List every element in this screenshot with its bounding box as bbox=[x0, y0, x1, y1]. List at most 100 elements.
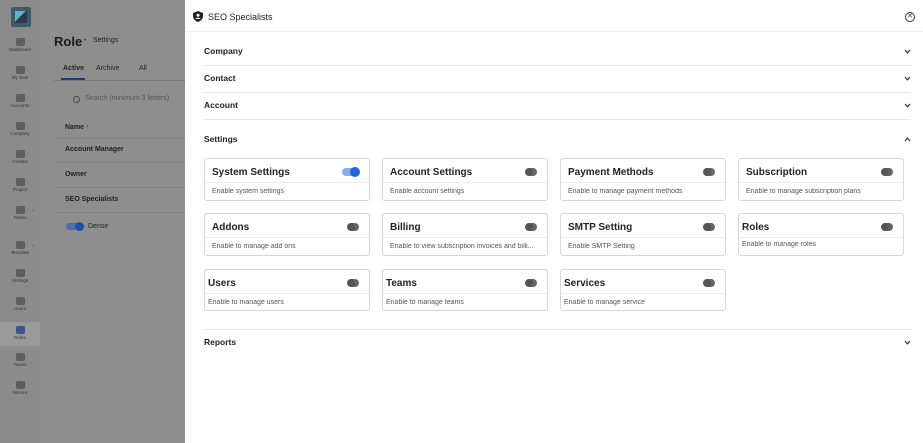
toggle-teams[interactable] bbox=[525, 279, 537, 287]
app-logo[interactable] bbox=[11, 7, 31, 27]
sidebar-item-dashboard[interactable]: Dashboard bbox=[0, 38, 40, 53]
toggle-subscription[interactable] bbox=[881, 168, 893, 176]
permission-card-addons: Addons Enable to manage add ons bbox=[204, 213, 370, 256]
permission-card-teams: Teams Enable to manage teams bbox=[382, 269, 548, 311]
toggle-services[interactable] bbox=[703, 279, 715, 287]
permission-card-roles: Roles Enable to manage roles bbox=[738, 213, 904, 256]
sidebar-item-company[interactable]: Company bbox=[0, 122, 40, 137]
sidebar-item-my-task[interactable]: My Task bbox=[0, 66, 40, 81]
toggle-account-settings[interactable] bbox=[525, 168, 537, 176]
accounts-icon bbox=[15, 94, 25, 102]
card-divider bbox=[561, 293, 725, 294]
section-label: Company bbox=[204, 46, 243, 56]
project-icon bbox=[15, 178, 25, 186]
chevron-down-icon bbox=[904, 76, 911, 81]
building-icon bbox=[15, 122, 25, 130]
permission-card-users: Users Enable to manage users bbox=[204, 269, 370, 311]
card-description: Enable SMTP Setting bbox=[568, 243, 635, 250]
toggle-users[interactable] bbox=[347, 279, 359, 287]
dashboard-icon bbox=[15, 38, 25, 46]
sidebar-item-project[interactable]: Project bbox=[0, 178, 40, 193]
sidebar-item-teams[interactable]: Teams › bbox=[0, 206, 40, 221]
sidebar-item-label: Dashboard bbox=[8, 47, 31, 52]
sidebar-item-label: Project bbox=[12, 187, 27, 192]
section-label: Account bbox=[204, 100, 238, 110]
toggle-billing[interactable] bbox=[525, 223, 537, 231]
card-description: Enable account settings bbox=[390, 188, 465, 195]
sidebar-item-label: My Task bbox=[11, 75, 29, 80]
section-account[interactable]: Account bbox=[204, 92, 911, 120]
task-icon bbox=[15, 66, 25, 74]
toggle-system-settings[interactable] bbox=[342, 167, 360, 177]
user-icon bbox=[15, 297, 25, 305]
card-divider bbox=[205, 182, 369, 183]
sidebar-item-roles[interactable]: Roles bbox=[0, 322, 40, 346]
section-company[interactable]: Company bbox=[204, 38, 911, 66]
gear-icon bbox=[15, 269, 25, 277]
section-settings[interactable]: Settings bbox=[204, 126, 911, 150]
card-description: Enable to manage payment methods bbox=[568, 188, 683, 195]
table-divider bbox=[54, 162, 185, 163]
section-reports[interactable]: Reports bbox=[204, 321, 911, 357]
sidebar-item-label: Roles bbox=[14, 335, 26, 340]
sidebar-item-label: Template bbox=[10, 250, 30, 255]
breadcrumb-separator: • bbox=[84, 38, 87, 44]
sidebar-item-label: Users bbox=[14, 306, 26, 311]
panel-divider bbox=[185, 31, 923, 32]
toggle-roles[interactable] bbox=[881, 223, 893, 231]
toggle-payment-methods[interactable] bbox=[703, 168, 715, 176]
section-divider bbox=[204, 119, 911, 120]
chevron-down-icon bbox=[904, 49, 911, 54]
card-divider bbox=[739, 237, 903, 238]
sidebar-item-users[interactable]: Users bbox=[0, 297, 40, 312]
contact-icon bbox=[15, 150, 25, 158]
search-icon bbox=[73, 96, 80, 103]
toggle-addons[interactable] bbox=[347, 223, 359, 231]
close-button[interactable]: ✕ bbox=[905, 12, 915, 22]
sidebar-item-contact[interactable]: Contact bbox=[0, 150, 40, 165]
breadcrumb[interactable]: Settings bbox=[93, 37, 118, 44]
section-label: Settings bbox=[204, 134, 238, 144]
chevron-right-icon: › bbox=[32, 208, 34, 214]
sidebar-item-label: Service bbox=[12, 390, 28, 395]
card-description: Enable to manage users bbox=[208, 299, 284, 306]
section-label: Reports bbox=[204, 337, 237, 347]
tab-all[interactable]: All bbox=[139, 65, 147, 72]
card-description: Enable system settings bbox=[212, 188, 284, 195]
shield-icon bbox=[15, 326, 25, 334]
search-input[interactable]: Search (minimum 3 letters) bbox=[85, 95, 169, 102]
table-row[interactable]: Owner bbox=[65, 171, 87, 178]
section-contact[interactable]: Contact bbox=[204, 65, 911, 93]
sidebar-item-teams-2[interactable]: Teams bbox=[0, 353, 40, 368]
permission-card-account-settings: Account Settings Enable account settings bbox=[382, 158, 548, 201]
card-divider bbox=[561, 237, 725, 238]
permission-card-subscription: Subscription Enable to manage subscripti… bbox=[738, 158, 904, 201]
column-header-name[interactable]: Name ↑ bbox=[65, 124, 90, 131]
shield-user-icon bbox=[193, 11, 203, 22]
card-title: SMTP Setting bbox=[568, 222, 633, 233]
card-title: Teams bbox=[386, 278, 417, 289]
card-description: Enable to view subscription invoices and… bbox=[390, 243, 534, 250]
sidebar-item-service[interactable]: Service bbox=[0, 381, 40, 396]
roles-page: Role • Settings Active Archive All Searc… bbox=[40, 0, 185, 443]
tab-archive[interactable]: Archive bbox=[96, 65, 119, 72]
table-row[interactable]: SEO Specialists bbox=[65, 196, 118, 203]
card-title: Services bbox=[564, 278, 606, 289]
card-description: Enable to manage service bbox=[564, 299, 645, 306]
sidebar-item-label: Contact bbox=[12, 159, 28, 164]
card-divider bbox=[205, 293, 369, 294]
chevron-right-icon: › bbox=[32, 243, 34, 249]
card-divider bbox=[205, 237, 369, 238]
tab-active[interactable]: Active bbox=[63, 65, 84, 72]
sidebar: Dashboard My Task Accounts Company Conta… bbox=[0, 0, 40, 443]
table-row[interactable]: Account Manager bbox=[65, 146, 124, 153]
card-divider bbox=[383, 182, 547, 183]
sidebar-item-label: Company bbox=[10, 131, 30, 136]
sidebar-item-accounts[interactable]: Accounts bbox=[0, 94, 40, 109]
section-divider bbox=[204, 329, 911, 330]
dense-toggle[interactable] bbox=[66, 222, 84, 231]
sidebar-item-label: Teams bbox=[13, 362, 27, 367]
toggle-smtp-setting[interactable] bbox=[703, 223, 715, 231]
sidebar-item-template[interactable]: Template › bbox=[0, 241, 40, 256]
sidebar-item-settings[interactable]: Settings bbox=[0, 269, 40, 284]
